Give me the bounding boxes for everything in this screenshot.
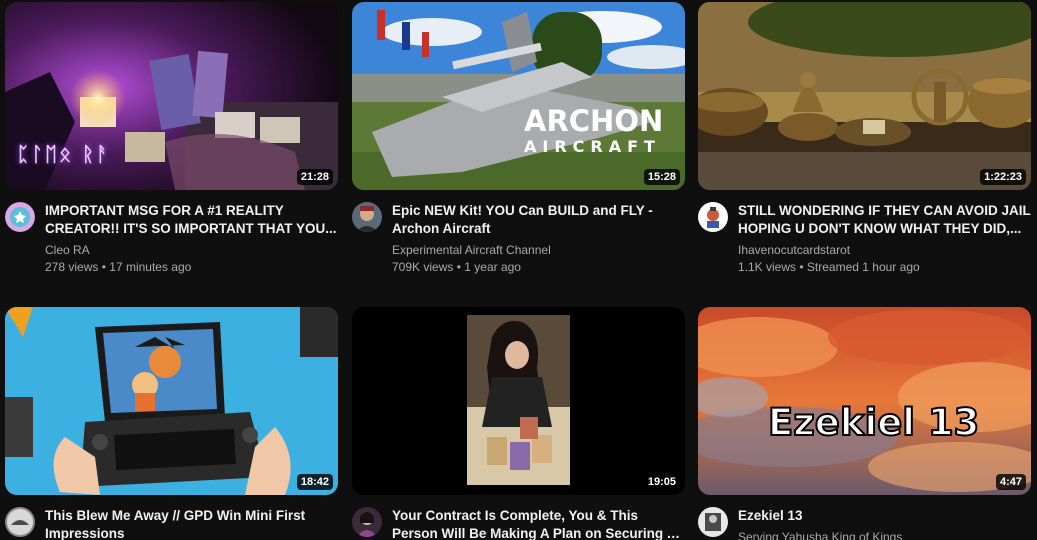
video-stats: 278 views • 17 minutes ago [45,258,338,276]
video-thumbnail[interactable]: ARCHON AIRCRAFT 15:28 [352,2,685,190]
video-thumbnail[interactable]: 18:42 [5,307,338,495]
video-title[interactable]: Epic NEW Kit! YOU Can BUILD and FLY - Ar… [392,202,685,238]
video-card[interactable]: Ezekiel 13 4:47 Ezekiel 13 Serving Yahus… [698,307,1031,540]
experimental-aircraft-avatar-icon[interactable] [352,202,382,232]
thumbnail-text: ᛈᛚᛖᛟ ᚱᚨ [17,142,110,166]
view-count: 1.1K views [738,260,797,274]
video-title[interactable]: This Blew Me Away // GPD Win Mini First … [45,507,338,540]
video-title[interactable]: Your Contract Is Complete, You & This Pe… [392,507,685,540]
channel-name[interactable]: Ihavenocutcardstarot [738,242,1031,258]
thumbnail-text: ARCHON [524,104,664,138]
video-meta: Ezekiel 13 Serving Yahusha King of Kings [698,507,1031,540]
video-meta: This Blew Me Away // GPD Win Mini First … [5,507,338,540]
stat-separator: • [456,260,461,274]
video-thumbnail[interactable]: Ezekiel 13 4:47 [698,307,1031,495]
tarot-reader-thumbnail-image [352,307,685,495]
cleo-avatar-icon[interactable] [5,202,35,232]
channel-name[interactable]: Cleo RA [45,242,338,258]
video-thumbnail[interactable]: 19:05 [352,307,685,495]
video-card[interactable]: 1:22:23 STILL WONDERING IF THEY CAN AVOI… [698,2,1031,276]
upload-age: 17 minutes ago [109,260,192,274]
channel-name[interactable]: Serving Yahusha King of Kings [738,529,1031,540]
upload-age: Streamed 1 hour ago [806,260,920,274]
video-title[interactable]: IMPORTANT MSG FOR A #1 REALITY CREATOR!!… [45,202,338,238]
video-meta: STILL WONDERING IF THEY CAN AVOID JAIL H… [698,202,1031,276]
video-title[interactable]: Ezekiel 13 [738,507,1031,525]
singing-bowls-thumbnail-image [698,2,1031,190]
view-count: 709K views [392,260,454,274]
video-meta: Your Contract Is Complete, You & This Pe… [352,507,685,540]
handheld-pc-thumbnail-image [5,307,338,495]
stat-separator: • [101,260,106,274]
video-grid: ᛈᛚᛖᛟ ᚱᚨ 21:28 IMPORTANT MSG FOR A #1 REA… [0,0,1037,540]
video-thumbnail[interactable]: ᛈᛚᛖᛟ ᚱᚨ 21:28 [5,2,338,190]
tarot-reader-avatar-icon[interactable] [352,507,382,537]
video-title[interactable]: STILL WONDERING IF THEY CAN AVOID JAIL H… [738,202,1031,238]
view-count: 278 views [45,260,99,274]
stat-separator: • [799,260,804,274]
video-thumbnail[interactable]: 1:22:23 [698,2,1031,190]
video-meta: IMPORTANT MSG FOR A #1 REALITY CREATOR!!… [5,202,338,276]
video-card[interactable]: 18:42 This Blew Me Away // GPD Win Mini … [5,307,338,540]
video-duration: 15:28 [643,169,680,185]
video-duration: 1:22:23 [980,169,1026,185]
channel-name[interactable]: Experimental Aircraft Channel [392,242,685,258]
gpd-channel-avatar-icon[interactable] [5,507,35,537]
video-meta: Epic NEW Kit! YOU Can BUILD and FLY - Ar… [352,202,685,276]
video-card[interactable]: 19:05 Your Contract Is Complete, You & T… [352,307,685,540]
ihavenocutcardstarot-avatar-icon[interactable] [698,202,728,232]
video-duration: 18:42 [296,474,333,490]
upload-age: 1 year ago [464,260,521,274]
video-card[interactable]: ᛈᛚᛖᛟ ᚱᚨ 21:28 IMPORTANT MSG FOR A #1 REA… [5,2,338,276]
video-duration: 19:05 [643,474,680,490]
thumbnail-subtext: AIRCRAFT [524,137,661,156]
aircraft-thumbnail-image [352,2,685,190]
thumbnail-text: Ezekiel 13 [767,400,980,445]
video-duration: 4:47 [995,474,1026,490]
serving-yahusha-avatar-icon[interactable] [698,507,728,537]
video-stats: 1.1K views • Streamed 1 hour ago [738,258,1031,276]
video-duration: 21:28 [296,169,333,185]
video-card[interactable]: ARCHON AIRCRAFT 15:28 Epic NEW Kit! YOU … [352,2,685,276]
video-stats: 709K views • 1 year ago [392,258,685,276]
